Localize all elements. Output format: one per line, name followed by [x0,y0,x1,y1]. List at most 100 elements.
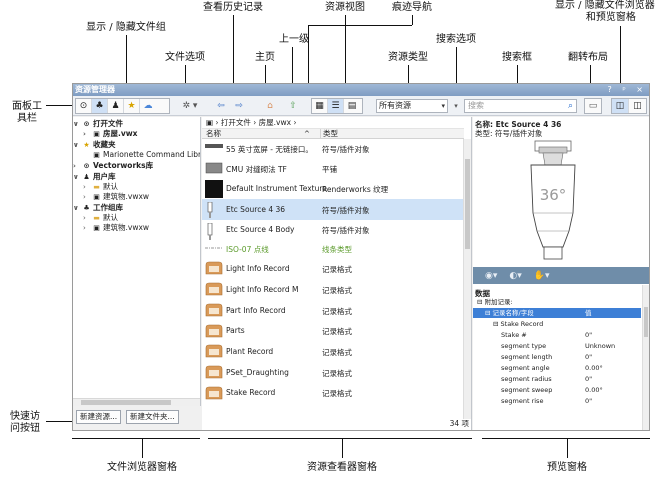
callout-breadcrumb-nav: 痕迹导航 [392,2,432,13]
data-field-value: 0" [585,353,593,361]
resource-row[interactable]: Etc Source 4 36 符号/插件对象 [202,199,464,220]
column-header-type[interactable]: 类型 [320,129,338,139]
scrollbar-thumb[interactable] [465,159,470,249]
cloud-library-toggle-icon[interactable]: ☁ [140,99,156,113]
resource-row[interactable]: Default Instrument Texture Renderworks 纹理 [202,179,464,199]
favorites-toggle-icon[interactable]: ★ [124,99,140,113]
orbit-icon[interactable]: ✋▾ [534,271,550,281]
scrollbar-thumb[interactable] [644,307,648,337]
tree-item-favorites[interactable]: ∨ ★ 收藏夹 [73,140,116,150]
list-view-icon[interactable]: ☰ [328,99,344,113]
collapse-toggle-icon[interactable]: › [83,192,92,202]
tree-toggle-icon[interactable]: ⊟ [477,298,485,306]
user-library-toggle-icon[interactable]: ♟ [108,99,124,113]
open-files-icon: ⊙ [83,120,90,128]
resource-type: 线条类型 [322,245,352,254]
tree-item-workgroup-library[interactable]: ∨ ♣ 工作组库 [73,203,123,213]
resource-type-select[interactable]: 所有资源 ▾ [376,99,448,113]
collapse-toggle-icon[interactable]: › [73,161,82,171]
view-mode-icon[interactable]: ◐▾ [509,271,521,281]
preview-vertical-scrollbar[interactable] [642,285,649,430]
scrollbar-thumb[interactable] [81,400,171,405]
resource-row[interactable]: Stake Record 记录格式 [202,383,464,403]
breadcrumb-item[interactable]: 房屋.vwx [259,118,291,127]
expand-toggle-icon[interactable]: ∨ [73,203,82,213]
tree-toggle-icon[interactable]: ⊟ [493,320,501,328]
render-mode-icon[interactable]: ◉▾ [485,271,497,281]
data-table-row[interactable]: segment angle 0.00° [473,363,641,373]
resource-thumbnail-icon [205,162,223,176]
search-icon[interactable]: ⌕ [568,100,573,112]
resource-row[interactable]: Plant Record 记录格式 [202,341,464,362]
workgroup-library-toggle-icon[interactable]: ♣ [92,99,108,113]
tree-item-workgroup-default[interactable]: › ▬ 默认 [83,213,118,223]
data-table-row[interactable]: ⊟ 附加记录: [473,297,641,307]
preview-type: 类型: 符号/插件对象 [475,129,543,138]
data-table-row[interactable]: Stake # 0" [473,330,641,340]
expand-toggle-icon[interactable]: ∨ [73,119,82,129]
detail-view-icon[interactable]: ▤ [344,99,360,113]
resource-row[interactable]: CMU 对缝砌法 TF 平铺 [202,159,464,179]
tree-item-user-building[interactable]: › ▣ 建筑物.vwxw [83,192,149,202]
resource-name: Etc Source 4 Body [226,225,295,234]
resource-row[interactable]: ISO-07 点线 线条类型 [202,240,464,258]
thumbnail-view-icon[interactable]: ▦ [312,99,328,113]
tree-item-house-file[interactable]: › ▣ 房屋.vwx [83,129,138,139]
new-resource-button[interactable]: 新建资源... [76,410,122,424]
resource-row[interactable]: Light Info Record M 记录格式 [202,279,464,300]
resource-row[interactable]: PSet_Draughting 记录格式 [202,362,464,383]
resource-row[interactable]: 55 英寸宽屏 - 无链接口。 符号/插件对象 [202,139,464,159]
resource-type: 记录格式 [322,389,352,398]
resource-name: 55 英寸宽屏 - 无链接口。 [226,145,313,154]
resource-row[interactable]: Etc Source 4 Body 符号/插件对象 [202,220,464,240]
viewer-vertical-scrollbar[interactable] [463,139,471,419]
home-button[interactable]: ⌂ [262,98,278,114]
tree-item-workgroup-building[interactable]: › ▣ 建筑物.vwxw [83,223,149,233]
file-options-button[interactable]: ✲ ▾ [177,98,203,114]
history-back-button[interactable]: ⇦ [213,98,229,114]
flip-layout-button[interactable]: ▭ [584,98,602,114]
data-field-name: ⊟ Stake Record [493,319,543,329]
up-level-button[interactable]: ⇧ [285,98,301,114]
tree-horizontal-scrollbar[interactable] [73,398,200,406]
resource-row[interactable]: Light Info Record 记录格式 [202,258,464,279]
show-browser-pane-icon[interactable]: ◫ [612,99,629,113]
data-table-row[interactable]: segment type Unknown [473,341,641,351]
data-table-row[interactable]: ⊟ 记录名称/字段 值 [473,308,641,318]
tree-toggle-icon[interactable]: ⊟ [485,309,493,317]
collapse-toggle-icon[interactable]: › [83,213,92,223]
tree-item-user-library[interactable]: ∨ ♟ 用户库 [73,172,116,182]
callout-view-history: 查看历史记录 [203,2,263,13]
search-input[interactable]: 搜索 ⌕ [464,99,577,113]
data-table-row[interactable]: segment rise 0" [473,396,641,406]
folder-icon: ▬ [93,183,100,191]
window-title-buttons[interactable]: ? ᵖ × [608,84,647,96]
data-table-row[interactable]: ⊟ Stake Record [473,319,641,329]
column-header-name[interactable]: 名称 [206,129,221,139]
tree-item-marionette-library[interactable]: ▣ Marionette Command Libr [92,150,200,160]
resource-row[interactable]: Parts 记录格式 [202,321,464,341]
show-preview-pane-icon[interactable]: ◫ [629,99,646,113]
history-forward-button[interactable]: ⇨ [231,98,247,114]
tree-item-open-files[interactable]: ∨ ⊙ 打开文件 [73,119,123,129]
vectorworks-library-toggle-icon[interactable]: ⊙ [76,99,92,113]
resource-type: 记录格式 [322,285,352,295]
resource-row[interactable]: Part Info Record 记录格式 [202,300,464,321]
collapse-toggle-icon[interactable]: › [83,223,92,233]
expand-toggle-icon[interactable]: ∨ [73,172,82,182]
data-field-label: segment length [501,353,553,361]
tree-item-user-default[interactable]: › ▬ 默认 [83,182,118,192]
search-options-button[interactable]: ▾ [451,98,461,114]
breadcrumb-item[interactable]: 打开文件 [221,118,251,127]
new-folder-button[interactable]: 新建文件夹... [126,410,179,424]
data-table-row[interactable]: segment sweep 0.00° [473,385,641,395]
collapse-toggle-icon[interactable]: › [83,182,92,192]
tree-item-vectorworks-library[interactable]: › ⊙ Vectorworks库 [73,161,153,171]
record-format-icon [205,303,223,319]
resource-viewer-pane: ▣ › 打开文件 › 房屋.vwx › 名称 ^ 类型 55 英寸宽屏 - 无链… [202,117,472,430]
expand-toggle-icon[interactable]: ∨ [73,140,82,150]
collapse-toggle-icon[interactable]: › [83,129,92,139]
sort-ascending-icon[interactable]: ^ [304,129,310,139]
data-table-row[interactable]: segment length 0" [473,352,641,362]
data-table-row[interactable]: segment radius 0" [473,374,641,384]
